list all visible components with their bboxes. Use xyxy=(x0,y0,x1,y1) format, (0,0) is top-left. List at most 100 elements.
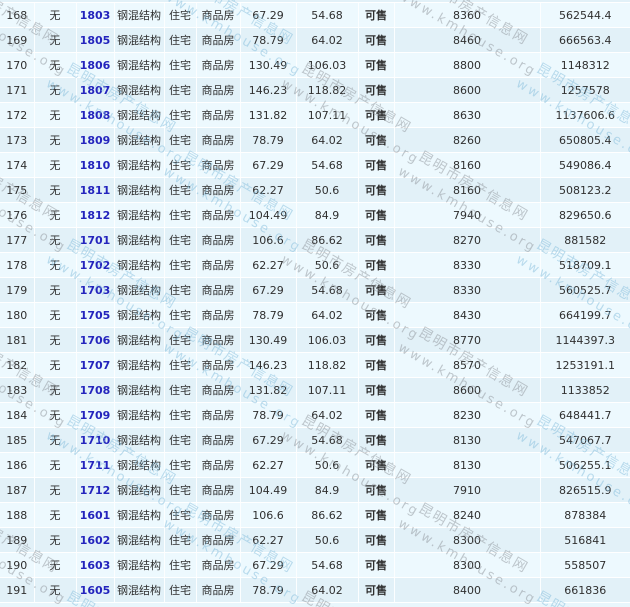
units-table: 168 无 1803 钢混结构 住宅 商品房 67.29 54.68 可售 83… xyxy=(0,3,630,603)
table-row: 178 无 1702 钢混结构 住宅 商品房 62.27 50.6 可售 833… xyxy=(0,253,630,278)
unit-number-link[interactable]: 1710 xyxy=(80,434,111,447)
table-row: 177 无 1701 钢混结构 住宅 商品房 106.6 86.62 可售 82… xyxy=(0,228,630,253)
row-number-cell: 190 xyxy=(0,553,34,578)
table-row: 189 无 1602 钢混结构 住宅 商品房 62.27 50.6 可售 830… xyxy=(0,528,630,553)
structure-cell: 钢混结构 xyxy=(114,478,164,503)
build-area-cell: 131.82 xyxy=(240,103,296,128)
house-type-cell: 商品房 xyxy=(196,578,240,603)
unit-number-link[interactable]: 1707 xyxy=(80,359,111,372)
unit-number-link[interactable]: 1807 xyxy=(80,84,111,97)
unit-number-link[interactable]: 1601 xyxy=(80,509,111,522)
usage-cell: 住宅 xyxy=(164,178,196,203)
orientation-cell: 无 xyxy=(34,403,76,428)
unit-number-link[interactable]: 1712 xyxy=(80,484,111,497)
build-area-cell: 78.79 xyxy=(240,403,296,428)
unit-number-cell: 1807 xyxy=(76,78,114,103)
unit-number-link[interactable]: 1701 xyxy=(80,234,111,247)
structure-cell: 钢混结构 xyxy=(114,503,164,528)
unit-number-cell: 1701 xyxy=(76,228,114,253)
orientation-cell: 无 xyxy=(34,178,76,203)
total-price-cell: 1133852 xyxy=(540,378,630,403)
house-type-cell: 商品房 xyxy=(196,178,240,203)
unit-number-link[interactable]: 1603 xyxy=(80,559,111,572)
status-badge: 可售 xyxy=(358,453,394,478)
build-area-cell: 78.79 xyxy=(240,28,296,53)
total-price-cell: 878384 xyxy=(540,503,630,528)
unit-price-cell: 8570 xyxy=(394,353,540,378)
usage-cell: 住宅 xyxy=(164,478,196,503)
inner-area-cell: 64.02 xyxy=(296,578,358,603)
unit-number-cell: 1710 xyxy=(76,428,114,453)
house-type-cell: 商品房 xyxy=(196,53,240,78)
unit-number-link[interactable]: 1809 xyxy=(80,134,111,147)
house-type-cell: 商品房 xyxy=(196,303,240,328)
structure-cell: 钢混结构 xyxy=(114,578,164,603)
unit-number-link[interactable]: 1711 xyxy=(80,459,111,472)
total-price-cell: 1253191.1 xyxy=(540,353,630,378)
unit-number-link[interactable]: 1810 xyxy=(80,159,111,172)
row-number-cell: 187 xyxy=(0,478,34,503)
inner-area-cell: 50.6 xyxy=(296,178,358,203)
units-table-body: 168 无 1803 钢混结构 住宅 商品房 67.29 54.68 可售 83… xyxy=(0,3,630,603)
orientation-cell: 无 xyxy=(34,303,76,328)
build-area-cell: 146.23 xyxy=(240,78,296,103)
unit-number-link[interactable]: 1808 xyxy=(80,109,111,122)
inner-area-cell: 50.6 xyxy=(296,528,358,553)
row-number-cell: 183 xyxy=(0,378,34,403)
unit-price-cell: 8800 xyxy=(394,53,540,78)
structure-cell: 钢混结构 xyxy=(114,103,164,128)
unit-number-link[interactable]: 1705 xyxy=(80,309,111,322)
total-price-cell: 664199.7 xyxy=(540,303,630,328)
structure-cell: 钢混结构 xyxy=(114,28,164,53)
total-price-cell: 558507 xyxy=(540,553,630,578)
house-type-cell: 商品房 xyxy=(196,228,240,253)
status-badge: 可售 xyxy=(358,103,394,128)
build-area-cell: 67.29 xyxy=(240,153,296,178)
orientation-cell: 无 xyxy=(34,503,76,528)
structure-cell: 钢混结构 xyxy=(114,203,164,228)
status-badge: 可售 xyxy=(358,503,394,528)
unit-number-link[interactable]: 1709 xyxy=(80,409,111,422)
unit-price-cell: 8160 xyxy=(394,178,540,203)
unit-number-link[interactable]: 1803 xyxy=(80,9,111,22)
structure-cell: 钢混结构 xyxy=(114,328,164,353)
total-price-cell: 518709.1 xyxy=(540,253,630,278)
total-price-cell: 547067.7 xyxy=(540,428,630,453)
unit-number-link[interactable]: 1602 xyxy=(80,534,111,547)
unit-number-link[interactable]: 1812 xyxy=(80,209,111,222)
row-number-cell: 179 xyxy=(0,278,34,303)
inner-area-cell: 54.68 xyxy=(296,153,358,178)
structure-cell: 钢混结构 xyxy=(114,178,164,203)
unit-number-link[interactable]: 1805 xyxy=(80,34,111,47)
total-price-cell: 506255.1 xyxy=(540,453,630,478)
unit-number-link[interactable]: 1605 xyxy=(80,584,111,597)
unit-number-link[interactable]: 1702 xyxy=(80,259,111,272)
house-type-cell: 商品房 xyxy=(196,503,240,528)
unit-number-link[interactable]: 1806 xyxy=(80,59,111,72)
usage-cell: 住宅 xyxy=(164,128,196,153)
status-badge: 可售 xyxy=(358,253,394,278)
unit-number-cell: 1707 xyxy=(76,353,114,378)
unit-number-cell: 1811 xyxy=(76,178,114,203)
row-number-cell: 175 xyxy=(0,178,34,203)
unit-number-link[interactable]: 1706 xyxy=(80,334,111,347)
status-badge: 可售 xyxy=(358,228,394,253)
unit-price-cell: 8130 xyxy=(394,428,540,453)
build-area-cell: 130.49 xyxy=(240,53,296,78)
build-area-cell: 62.27 xyxy=(240,253,296,278)
unit-number-cell: 1605 xyxy=(76,578,114,603)
unit-number-link[interactable]: 1708 xyxy=(80,384,111,397)
status-badge: 可售 xyxy=(358,53,394,78)
usage-cell: 住宅 xyxy=(164,28,196,53)
inner-area-cell: 50.6 xyxy=(296,453,358,478)
usage-cell: 住宅 xyxy=(164,228,196,253)
unit-number-link[interactable]: 1811 xyxy=(80,184,111,197)
row-number-cell: 177 xyxy=(0,228,34,253)
unit-number-cell: 1809 xyxy=(76,128,114,153)
build-area-cell: 62.27 xyxy=(240,178,296,203)
inner-area-cell: 54.68 xyxy=(296,428,358,453)
unit-number-link[interactable]: 1703 xyxy=(80,284,111,297)
structure-cell: 钢混结构 xyxy=(114,428,164,453)
usage-cell: 住宅 xyxy=(164,428,196,453)
inner-area-cell: 106.03 xyxy=(296,328,358,353)
